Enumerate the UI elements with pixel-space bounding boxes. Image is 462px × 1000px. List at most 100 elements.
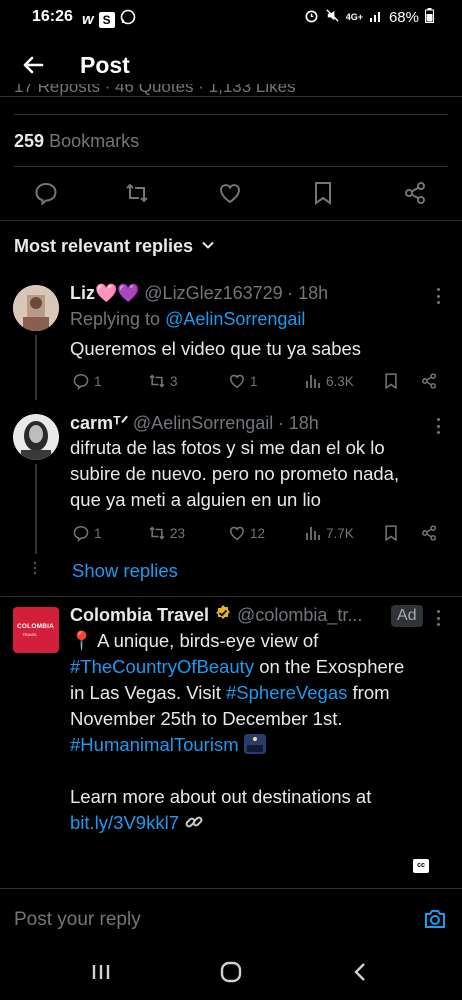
ad-link[interactable]: bit.ly/3V9kkl7 — [70, 812, 179, 833]
reply-repost-button[interactable]: 23 — [148, 524, 185, 542]
back-arrow-icon[interactable] — [18, 50, 48, 80]
bookmarks-count-row[interactable]: 259 Bookmarks — [14, 131, 139, 152]
ad-text-fragment: in Las Vegas. Visit — [70, 682, 226, 703]
closed-captions-button[interactable]: cc — [413, 859, 429, 873]
reply-input[interactable]: Post your reply — [14, 909, 141, 931]
status-bar: 16:26 w S 4G+ 68% — [0, 0, 462, 36]
hashtag-link[interactable]: #TheCountryOfBeauty — [70, 656, 254, 677]
reply-like-button[interactable]: 1 — [228, 372, 258, 390]
ad-author-handle[interactable]: @colombia_tr... — [237, 605, 362, 626]
link-emoji-icon — [184, 812, 204, 833]
chevron-down-icon — [201, 236, 215, 257]
status-time: 16:26 — [32, 8, 73, 25]
repost-count: 23 — [170, 525, 186, 541]
bookmark-icon — [385, 373, 397, 390]
avatar[interactable] — [13, 414, 59, 460]
show-replies-link[interactable]: Show replies — [72, 560, 178, 582]
divider — [0, 596, 462, 597]
reply-icon[interactable] — [33, 180, 61, 208]
repost-icon[interactable] — [124, 180, 152, 208]
like-heart-icon — [230, 374, 244, 389]
s-app-icon: S — [98, 11, 115, 28]
reply-count: 1 — [94, 373, 102, 389]
reply-text: difruta de las fotos y si me dan el ok l… — [70, 435, 399, 513]
ad-logo[interactable]: COLOMBIA TRAVEL — [13, 607, 59, 653]
ad-badge: Ad — [391, 605, 423, 627]
reply-author-handle[interactable]: @LizGlez163729 — [144, 283, 282, 303]
reply-bookmark-button[interactable] — [382, 372, 400, 390]
repost-icon — [149, 374, 165, 388]
more-options-icon[interactable] — [436, 288, 440, 304]
hashtag-link[interactable]: #HumanimalTourism — [70, 734, 239, 755]
ad-text-line: 📍 A unique, birds-eye view of — [70, 630, 319, 651]
ad-text-line: in Las Vegas. Visit #SphereVegas from — [70, 680, 450, 706]
alarm-icon — [304, 8, 319, 27]
hashtag-link[interactable]: #SphereVegas — [226, 682, 347, 703]
reply-stats: 1 3 1 6.3K — [0, 370, 462, 394]
like-count: 1 — [250, 373, 258, 389]
more-options-icon[interactable] — [436, 418, 440, 434]
like-heart-icon[interactable] — [217, 180, 245, 208]
battery-icon — [425, 8, 434, 27]
divider — [0, 220, 462, 221]
share-icon — [422, 373, 436, 389]
ad-text-line: bit.ly/3V9kkl7 — [70, 810, 450, 836]
replies-sort-dropdown[interactable]: Most relevant replies — [14, 236, 215, 257]
ad-text-line: #TheCountryOfBeauty on the Exosphere — [70, 654, 450, 680]
post-action-bar — [0, 176, 462, 212]
avatar[interactable] — [13, 285, 59, 331]
system-back-icon[interactable] — [350, 961, 370, 988]
like-count: 12 — [250, 525, 266, 541]
divider — [0, 96, 462, 97]
reply-author-name[interactable]: Liz🩷💜 — [70, 283, 140, 303]
divider — [14, 166, 448, 167]
thread-continuation-dots — [33, 562, 37, 574]
reply-author-name[interactable]: carmᵀᐟ — [70, 413, 128, 433]
divider — [14, 114, 448, 115]
ad-text: 📍 A unique, birds-eye view of #TheCountr… — [70, 628, 450, 836]
ad-author-name[interactable]: Colombia Travel — [70, 605, 209, 626]
share-icon — [422, 525, 436, 541]
reply-share-button[interactable] — [420, 524, 438, 542]
page-title: Post — [80, 52, 130, 78]
mute-icon — [325, 8, 340, 27]
reply-author-handle[interactable]: @AelinSorrengail — [133, 413, 273, 433]
reply-time: · 18h — [277, 413, 319, 433]
reply-header: carmᵀᐟ @AelinSorrengail · 18h — [70, 413, 319, 434]
ad-logo-subtext: TRAVEL — [22, 632, 38, 637]
status-notification-icons: w S — [82, 9, 136, 30]
reply-text: Queremos el video que tu ya sabes — [70, 338, 362, 359]
reply-bookmark-button[interactable] — [382, 524, 400, 542]
replies-sort-label: Most relevant replies — [14, 236, 194, 256]
camera-icon[interactable] — [423, 907, 447, 936]
more-options-icon[interactable] — [436, 610, 440, 626]
reply-repost-button[interactable]: 3 — [148, 372, 178, 390]
bookmark-icon[interactable] — [310, 180, 338, 208]
reply-count: 1 — [94, 525, 102, 541]
recent-apps-icon[interactable] — [90, 962, 112, 987]
home-icon[interactable] — [219, 960, 243, 989]
ad-text-fragment: on the Exosphere — [254, 656, 405, 677]
reply-comment-button[interactable]: 1 — [72, 372, 102, 390]
reply-comment-button[interactable]: 1 — [72, 524, 102, 542]
reply-composer-bar: Post your reply — [0, 888, 462, 948]
signal-icon — [369, 9, 383, 27]
status-system-icons: 4G+ 68% — [304, 8, 434, 27]
replying-to-prefix: Replying to — [70, 309, 161, 329]
reply-views-button[interactable]: 6.3K — [304, 372, 354, 390]
share-icon[interactable] — [402, 180, 430, 208]
battery-percent: 68% — [388, 9, 419, 26]
system-navigation-bar — [0, 948, 462, 1000]
reply-views-button[interactable]: 7.7K — [304, 524, 354, 542]
view-count: 7.7K — [326, 525, 354, 541]
ad-text-line: November 25th to December 1st. — [70, 708, 343, 729]
reply-share-button[interactable] — [420, 372, 438, 390]
reply-like-button[interactable]: 12 — [228, 524, 265, 542]
views-chart-icon — [306, 527, 320, 540]
w-app-icon: w — [82, 11, 94, 28]
ad-text-line: #HumanimalTourism — [70, 732, 450, 758]
replying-to-handle[interactable]: @AelinSorrengail — [165, 309, 305, 329]
engagement-summary-text: 17 Reposts · 46 Quotes · 1,133 Likes — [14, 84, 296, 96]
ad-header: Colombia Travel @colombia_tr... — [70, 604, 362, 627]
